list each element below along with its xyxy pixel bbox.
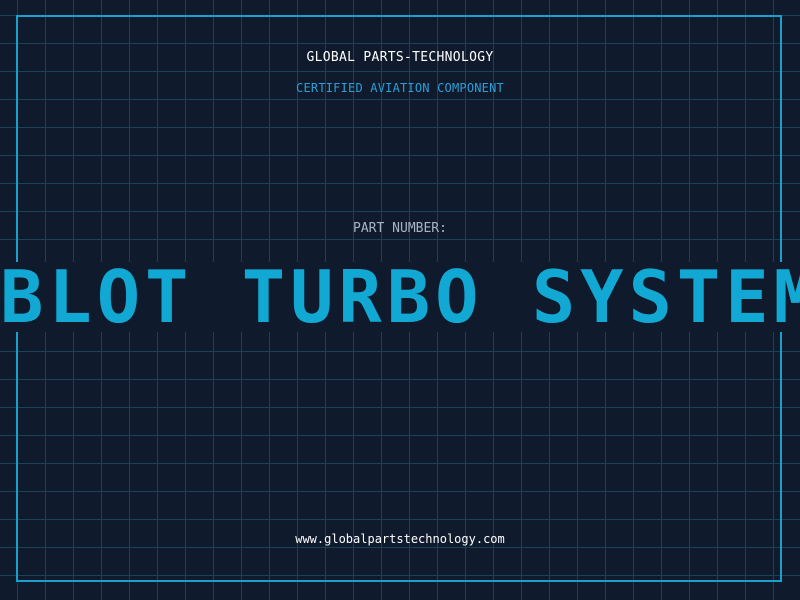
part-number-banner: BLOT TURBO SYSTEM B <box>0 262 800 332</box>
certification-subtitle: CERTIFIED AVIATION COMPONENT <box>296 81 504 95</box>
website-link[interactable]: www.globalpartstechnology.com <box>0 532 800 546</box>
company-name: GLOBAL PARTS-TECHNOLOGY <box>306 50 494 65</box>
certificate-screen: GLOBAL PARTS-TECHNOLOGY CERTIFIED AVIATI… <box>0 0 800 600</box>
part-number-marquee: BLOT TURBO SYSTEM B <box>0 262 800 332</box>
part-number-label: PART NUMBER: <box>353 221 447 236</box>
